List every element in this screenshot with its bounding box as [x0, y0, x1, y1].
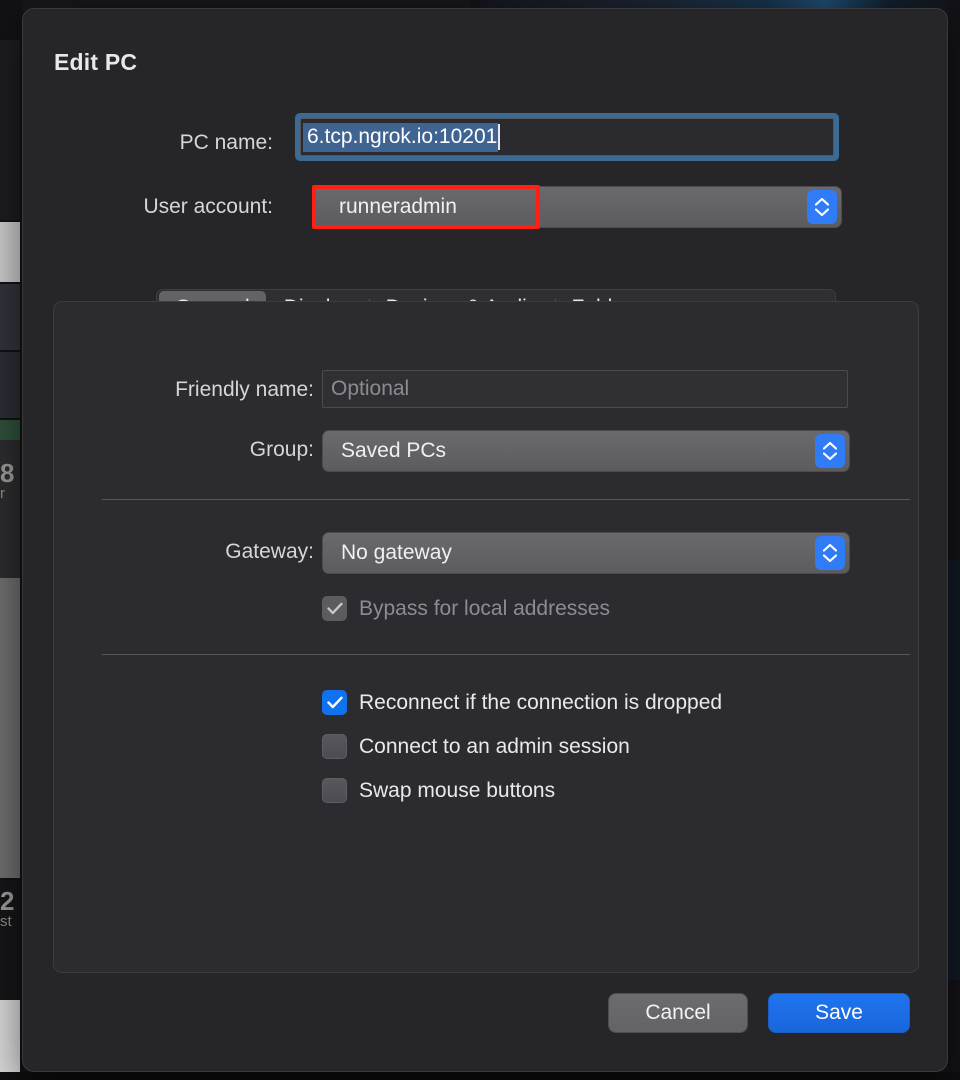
user-account-label: User account: — [143, 195, 273, 218]
up-down-chevron-icon[interactable] — [807, 190, 837, 224]
pc-name-label: PC name: — [179, 131, 273, 154]
swap-mouse-label: Swap mouse buttons — [359, 778, 556, 802]
gateway-value: No gateway — [341, 541, 452, 564]
check-icon — [322, 596, 347, 621]
group-value: Saved PCs — [341, 439, 447, 462]
checkbox-empty-icon — [322, 734, 347, 759]
background-thumbnail — [0, 352, 20, 418]
group-label: Group: — [249, 438, 314, 461]
friendly-name-label: Friendly name: — [175, 378, 314, 401]
user-account-value: runneradmin — [339, 195, 457, 218]
user-account-popup[interactable]: runneradmin — [312, 186, 842, 228]
edit-pc-dialog: Edit PC PC name: 6.tcp.ngrok.io:10201 Us… — [22, 8, 948, 1072]
background-text-fragment: 8r — [0, 460, 15, 501]
dialog-title: Edit PC — [54, 49, 138, 75]
background-right-blue-sliver — [948, 560, 960, 980]
pc-name-value: 6.tcp.ngrok.io:10201 — [303, 122, 499, 152]
friendly-name-input[interactable]: Optional — [322, 370, 848, 408]
up-down-chevron-icon[interactable] — [815, 536, 845, 570]
friendly-name-placeholder: Optional — [331, 377, 410, 400]
section-divider — [102, 499, 910, 500]
pc-name-field-focus-ring: 6.tcp.ngrok.io:10201 — [295, 113, 839, 161]
reconnect-checkbox-row[interactable]: Reconnect if the connection is dropped — [322, 690, 722, 715]
gateway-popup[interactable]: No gateway — [322, 532, 850, 574]
save-button[interactable]: Save — [768, 993, 910, 1033]
bypass-local-addresses-label: Bypass for local addresses — [359, 596, 610, 620]
background-thumbnail — [0, 40, 20, 220]
swap-mouse-checkbox-row[interactable]: Swap mouse buttons — [322, 778, 555, 803]
background-bottom-bar — [0, 1072, 960, 1080]
admin-session-checkbox-row[interactable]: Connect to an admin session — [322, 734, 630, 759]
checkbox-empty-icon — [322, 778, 347, 803]
background-thumbnail — [0, 284, 20, 350]
group-popup[interactable]: Saved PCs — [322, 430, 850, 472]
bypass-local-addresses-checkbox-row[interactable]: Bypass for local addresses — [322, 596, 610, 621]
pc-name-input[interactable]: 6.tcp.ngrok.io:10201 — [300, 118, 834, 156]
general-tab-panel: Friendly name: Optional Group: Saved PCs… — [53, 301, 919, 973]
background-thumbnail — [0, 1000, 20, 1080]
up-down-chevron-icon[interactable] — [815, 434, 845, 468]
background-text-fragment: 2st — [0, 888, 15, 929]
background-light-panel — [0, 578, 20, 878]
reconnect-label: Reconnect if the connection is dropped — [359, 690, 723, 714]
gateway-label: Gateway: — [225, 540, 314, 563]
background-thumbnail — [0, 222, 20, 282]
section-divider — [102, 654, 910, 655]
text-caret — [498, 124, 501, 150]
admin-session-label: Connect to an admin session — [359, 734, 630, 758]
check-icon — [322, 690, 347, 715]
cancel-button[interactable]: Cancel — [608, 993, 748, 1033]
